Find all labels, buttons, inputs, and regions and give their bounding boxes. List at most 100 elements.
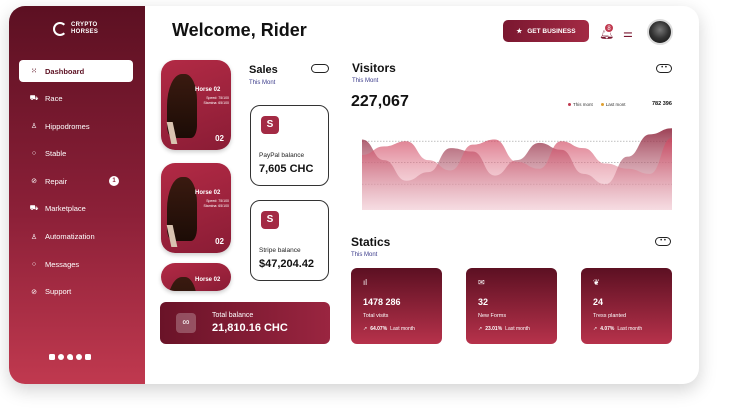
chat-icon: ○ bbox=[31, 260, 37, 268]
paypal-icon: S bbox=[261, 116, 279, 134]
horse-name: Horse 02 bbox=[195, 190, 221, 196]
visitors-subtitle: This Mont bbox=[352, 78, 379, 84]
chat-icon: ○ bbox=[31, 150, 37, 158]
statics-subtitle: This Mont bbox=[351, 252, 378, 258]
horse-card[interactable]: Horse 02 Speed: 75/100 Stamina: 65/100 0… bbox=[161, 60, 231, 150]
sales-title: Sales bbox=[249, 64, 278, 76]
sidebar-item-label: Dashboard bbox=[45, 66, 85, 76]
sidebar-item-label: Marketplace bbox=[45, 204, 86, 214]
sidebar-item-label: Race bbox=[45, 94, 63, 104]
stripe-value: $47,204.42 bbox=[259, 258, 315, 270]
sidebar-nav: ⁙ Dashboard ⛟ Race ♙ Hippodromes ○ Stabl… bbox=[19, 60, 133, 308]
logo-icon bbox=[53, 22, 67, 36]
horse-image bbox=[167, 277, 197, 291]
visitors-title: Visitors bbox=[352, 61, 396, 75]
paypal-balance-card[interactable]: S PayPal balance 7,605 CHC bbox=[250, 105, 329, 186]
horse-number: 02 bbox=[215, 237, 224, 246]
telegram-icon[interactable] bbox=[58, 354, 64, 360]
sidebar-item-support[interactable]: ⊘ Support bbox=[19, 281, 133, 303]
repair-count-badge: 1 bbox=[109, 176, 119, 187]
filter-icon[interactable]: ⚌ bbox=[623, 27, 633, 40]
stat-label: Tress planted bbox=[593, 313, 627, 319]
linkedin-icon[interactable] bbox=[49, 354, 55, 360]
brand-logo[interactable]: CRYPTO HORSES bbox=[53, 22, 98, 36]
horse-stats: Speed: 75/100 Stamina: 65/100 bbox=[203, 199, 230, 208]
visitors-more-button[interactable]: • • bbox=[656, 64, 672, 73]
social-links bbox=[49, 354, 91, 360]
statics-title: Statics bbox=[351, 235, 391, 249]
legend-this-month: This mont bbox=[568, 102, 593, 107]
sales-toggle[interactable] bbox=[311, 64, 329, 73]
twitter-icon[interactable] bbox=[67, 354, 73, 360]
stat-label: New Forms bbox=[478, 313, 507, 319]
stat-value: 24 bbox=[593, 297, 604, 307]
chart-legend: This mont Last mont bbox=[568, 102, 626, 107]
stat-card-total-visits[interactable]: ıl 1478 286 Total visits ↗ 64.07% Last m… bbox=[351, 268, 442, 344]
cart-icon: ⛟ bbox=[29, 205, 39, 213]
dashboard-icon: ⁙ bbox=[31, 68, 37, 75]
clip-icon: ⊘ bbox=[31, 288, 37, 296]
star-icon: ★ bbox=[516, 28, 523, 35]
sidebar-item-label: Hippodromes bbox=[45, 121, 90, 131]
sidebar-item-marketplace[interactable]: ⛟ Marketplace bbox=[19, 198, 133, 220]
clip-icon: ⊘ bbox=[31, 178, 37, 186]
sidebar-item-automatization[interactable]: ♙ Automatization bbox=[19, 226, 133, 248]
visitors-chart bbox=[362, 128, 672, 210]
sidebar-item-label: Automatization bbox=[45, 232, 95, 242]
page-title: Welcome, Rider bbox=[172, 20, 307, 41]
horse-card[interactable]: Horse 02 bbox=[161, 263, 231, 291]
stat-trend: ↗ 23.01% Last month bbox=[478, 326, 530, 332]
stat-label: Total visits bbox=[363, 313, 389, 319]
sidebar-item-label: Stable bbox=[45, 149, 67, 159]
sidebar-item-hippodromes[interactable]: ♙ Hippodromes bbox=[19, 115, 133, 137]
legend-value: 782 396 bbox=[652, 101, 672, 107]
sidebar-item-repair[interactable]: ⊘ Repair 1 bbox=[19, 170, 133, 192]
sidebar-item-race[interactable]: ⛟ Race bbox=[19, 88, 133, 110]
statics-more-button[interactable]: • • bbox=[655, 237, 671, 246]
sidebar-item-label: Repair bbox=[45, 176, 68, 186]
sidebar: CRYPTO HORSES ⁙ Dashboard ⛟ Race ♙ Hippo… bbox=[9, 6, 145, 384]
legend-last-month: Last mont bbox=[600, 102, 626, 107]
stat-card-new-forms[interactable]: ✉ 32 New Forms ↗ 23.01% Last month bbox=[466, 268, 557, 344]
stripe-balance-card[interactable]: S Stripe balance $47,204.42 bbox=[250, 200, 329, 281]
total-balance-label: Total balance bbox=[212, 312, 254, 319]
medium-icon[interactable] bbox=[85, 354, 91, 360]
trend-up-icon: ↗ bbox=[593, 326, 598, 332]
sidebar-item-messages[interactable]: ○ Messages bbox=[19, 253, 133, 275]
stat-card-trees-planted[interactable]: ❦ 24 Tress planted ↗ 4.07% Last month bbox=[581, 268, 672, 344]
facebook-icon[interactable] bbox=[76, 354, 82, 360]
get-business-label: GET BUSINESS bbox=[527, 27, 576, 35]
stat-value: 1478 286 bbox=[363, 297, 401, 307]
brand-line-1: CRYPTO bbox=[71, 22, 98, 28]
horse-name: Horse 02 bbox=[195, 277, 221, 283]
sidebar-item-label: Messages bbox=[45, 259, 80, 269]
avatar[interactable] bbox=[647, 19, 673, 45]
paypal-value: 7,605 CHC bbox=[259, 163, 314, 175]
stripe-label: Stripe balance bbox=[259, 247, 301, 254]
user-icon: ♙ bbox=[30, 123, 38, 131]
sidebar-item-dashboard[interactable]: ⁙ Dashboard bbox=[19, 60, 133, 82]
bar-chart-icon: ıl bbox=[363, 278, 367, 287]
trend-up-icon: ↗ bbox=[363, 326, 368, 332]
visitors-total: 227,067 bbox=[351, 93, 409, 110]
horse-number: 02 bbox=[215, 134, 224, 143]
trend-up-icon: ↗ bbox=[478, 326, 483, 332]
leaf-icon: ❦ bbox=[593, 278, 600, 287]
sales-subtitle: This Mont bbox=[249, 80, 276, 86]
horse-name: Horse 02 bbox=[195, 87, 221, 93]
horse-card[interactable]: Horse 02 Speed: 75/100 Stamina: 65/100 0… bbox=[161, 163, 231, 253]
get-business-button[interactable]: ★ GET BUSINESS bbox=[503, 20, 589, 42]
total-balance-value: 21,810.16 CHC bbox=[212, 322, 288, 334]
brand-line-2: HORSES bbox=[71, 29, 99, 35]
total-balance-card[interactable]: ∞ Total balance 21,810.16 CHC bbox=[160, 302, 330, 344]
app-window: CRYPTO HORSES ⁙ Dashboard ⛟ Race ♙ Hippo… bbox=[9, 6, 699, 384]
sidebar-item-label: Support bbox=[45, 287, 72, 297]
mail-icon: ✉ bbox=[478, 278, 485, 287]
stat-trend: ↗ 64.07% Last month bbox=[363, 326, 415, 332]
welcome-prefix: Welcome, bbox=[172, 20, 256, 40]
user-icon: ♙ bbox=[30, 233, 38, 241]
link-icon: ∞ bbox=[176, 313, 196, 333]
horse-stats: Speed: 75/100 Stamina: 65/100 bbox=[203, 96, 230, 105]
sidebar-item-stable[interactable]: ○ Stable bbox=[19, 143, 133, 165]
stripe-icon: S bbox=[261, 211, 279, 229]
